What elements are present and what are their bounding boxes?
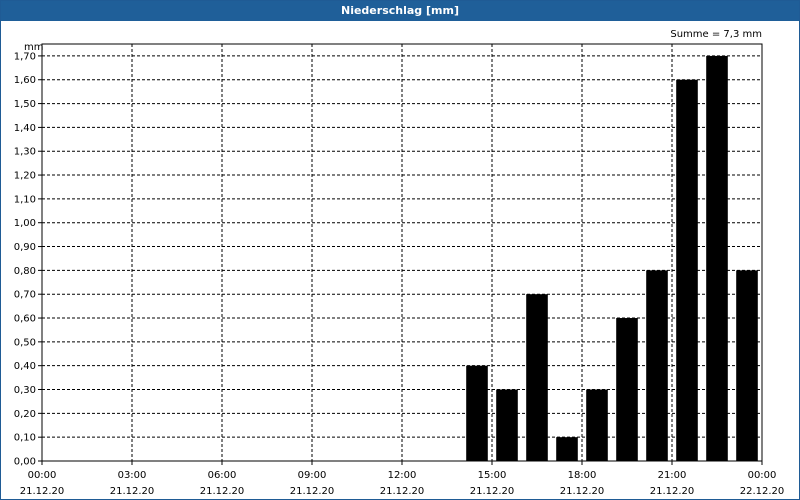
bar [526, 294, 548, 461]
y-tick-label: 0,40 [14, 361, 36, 372]
y-tick-label: 0,30 [14, 385, 36, 396]
bar [556, 437, 578, 461]
x-tick-time: 03:00 [118, 470, 147, 481]
y-axis-unit: mm [24, 42, 43, 53]
x-tick-date: 21.12.20 [20, 486, 65, 497]
x-tick-time: 12:00 [388, 470, 417, 481]
sum-annotation: Summe = 7,3 mm [670, 29, 762, 40]
y-tick-label: 0,10 [14, 433, 36, 444]
x-tick-date: 21.12.20 [650, 486, 695, 497]
x-tick-time: 21:00 [658, 470, 687, 481]
x-tick-time: 00:00 [748, 470, 777, 481]
x-tick-time: 09:00 [298, 470, 327, 481]
x-tick-date: 21.12.20 [290, 486, 335, 497]
y-tick-label: 0,90 [14, 242, 36, 253]
precipitation-chart: 0,00 0,10 0,20 0,30 0,40 0,50 0,60 0,70 0,80 0,90… [14, 29, 785, 497]
y-tick-label: 0,50 [14, 337, 36, 348]
x-tick-labels: 00:00 21.12.20 03:00 21.12.20 06:00 21.12.20 0… [20, 470, 785, 497]
y-tick-label: 1,50 [14, 99, 36, 110]
y-tick-label: 1,40 [14, 123, 36, 134]
bar [466, 365, 488, 461]
x-tick-date: 21.12.20 [470, 486, 515, 497]
x-tick-time: 18:00 [568, 470, 597, 481]
bar [496, 389, 518, 461]
y-tick-label: 0,70 [14, 290, 36, 301]
x-tick-date: 21.12.20 [200, 486, 245, 497]
bar [646, 270, 668, 461]
bar [676, 79, 698, 461]
y-tick-label: 0,80 [14, 266, 36, 277]
x-tick-date: 21.12.20 [110, 486, 155, 497]
bar [586, 389, 608, 461]
x-tick-date: 22.12.20 [740, 486, 785, 497]
y-tick-label: 1,30 [14, 147, 36, 158]
y-tick-label: 1,00 [14, 218, 36, 229]
x-tick-date: 21.12.20 [380, 486, 425, 497]
y-tick-labels: 0,00 0,10 0,20 0,30 0,40 0,50 0,60 0,70 0,80 0,90… [14, 51, 36, 467]
bar [736, 270, 758, 461]
y-tick-label: 1,60 [14, 75, 36, 86]
bar [706, 55, 728, 462]
x-tick-time: 00:00 [28, 470, 57, 481]
y-tick-label: 0,20 [14, 409, 36, 420]
bar [616, 318, 638, 461]
x-tick-date: 21.12.20 [560, 486, 605, 497]
y-tick-label: 1,70 [14, 51, 36, 62]
x-tick-time: 15:00 [478, 470, 507, 481]
y-tick-label: 0,00 [14, 457, 36, 468]
y-tick-label: 1,10 [14, 194, 36, 205]
x-tick-time: 06:00 [208, 470, 237, 481]
y-tick-label: 0,60 [14, 314, 36, 325]
y-tick-label: 1,20 [14, 171, 36, 182]
